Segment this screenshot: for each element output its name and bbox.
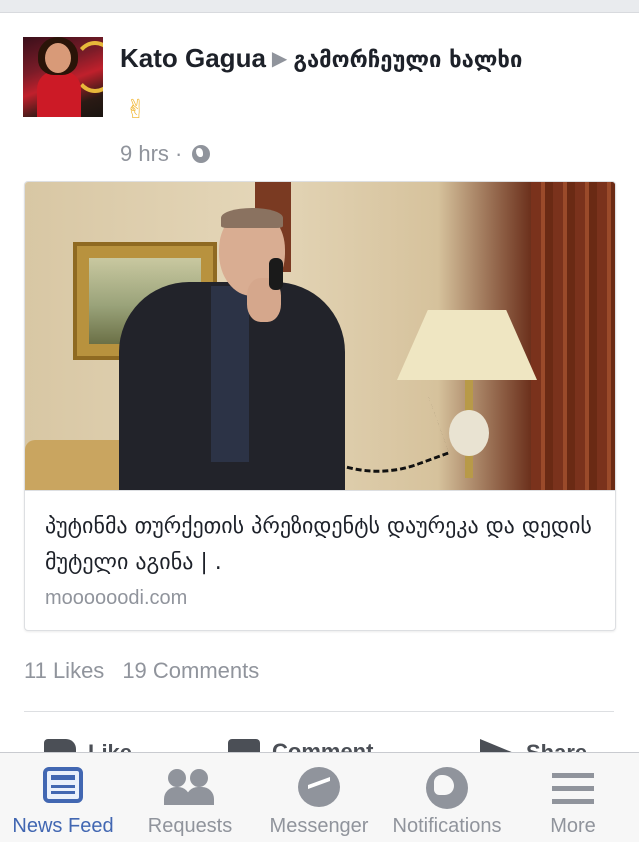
globe-icon	[192, 145, 211, 163]
comments-count[interactable]: 19 Comments	[122, 658, 259, 684]
news-feed-icon	[43, 767, 83, 803]
tab-more[interactable]: More	[526, 753, 620, 842]
avatar-dress	[37, 71, 81, 117]
feed-post: Kato Gagua ▶ გამორჩეული ხალხი ✌ 9 hrs · პუ…	[0, 12, 639, 765]
tab-label: Messenger	[269, 815, 369, 837]
image-lamp-base	[449, 410, 489, 456]
group-name[interactable]: გამორჩეული ხალხი	[293, 48, 522, 73]
link-preview-card[interactable]: პუტინმა თურქეთის პრეზიდენტს დაურეკა და დ…	[24, 181, 616, 631]
post-meta: 9 hrs ·	[120, 141, 211, 167]
post-header: Kato Gagua ▶ გამორჩეული ხალხი	[120, 43, 620, 76]
bottom-tab-bar: News Feed Requests Messenger Notificatio…	[0, 752, 639, 842]
tab-messenger[interactable]: Messenger	[262, 753, 376, 842]
tab-label: Notifications	[392, 815, 502, 837]
hamburger-menu-icon	[552, 773, 594, 805]
tab-label: More	[550, 815, 596, 837]
image-man-shirt	[211, 286, 249, 462]
engagement-counts: 11 Likes 19 Comments	[24, 658, 259, 684]
tab-label: Requests	[147, 815, 233, 837]
messenger-icon	[298, 767, 340, 807]
image-phone-receiver	[269, 258, 283, 290]
link-preview-image[interactable]	[25, 182, 615, 490]
link-preview-text[interactable]: პუტინმა თურქეთის პრეზიდენტს დაურეკა და დ…	[25, 490, 615, 630]
post-timestamp[interactable]: 9 hrs ·	[120, 141, 182, 167]
image-man-hair	[221, 208, 283, 228]
tab-news-feed[interactable]: News Feed	[0, 753, 126, 842]
image-wood-panel	[531, 182, 615, 490]
author-name[interactable]: Kato Gagua	[120, 43, 266, 73]
tab-label: News Feed	[12, 815, 114, 837]
author-avatar[interactable]	[23, 37, 103, 117]
arrow-right-icon: ▶	[271, 48, 288, 70]
link-title[interactable]: პუტინმა თურქეთის პრეზიდენტს დაურეკა და დ…	[45, 509, 595, 581]
victory-hand-emoji: ✌	[125, 95, 147, 125]
avatar-face	[45, 43, 71, 73]
likes-count[interactable]: 11 Likes	[24, 658, 104, 684]
globe-icon	[426, 767, 468, 809]
link-domain: moooooodi.com	[45, 587, 188, 609]
friend-requests-icon	[164, 767, 216, 805]
tab-notifications[interactable]: Notifications	[382, 753, 512, 842]
divider	[24, 711, 614, 712]
tab-requests[interactable]: Requests	[132, 753, 248, 842]
